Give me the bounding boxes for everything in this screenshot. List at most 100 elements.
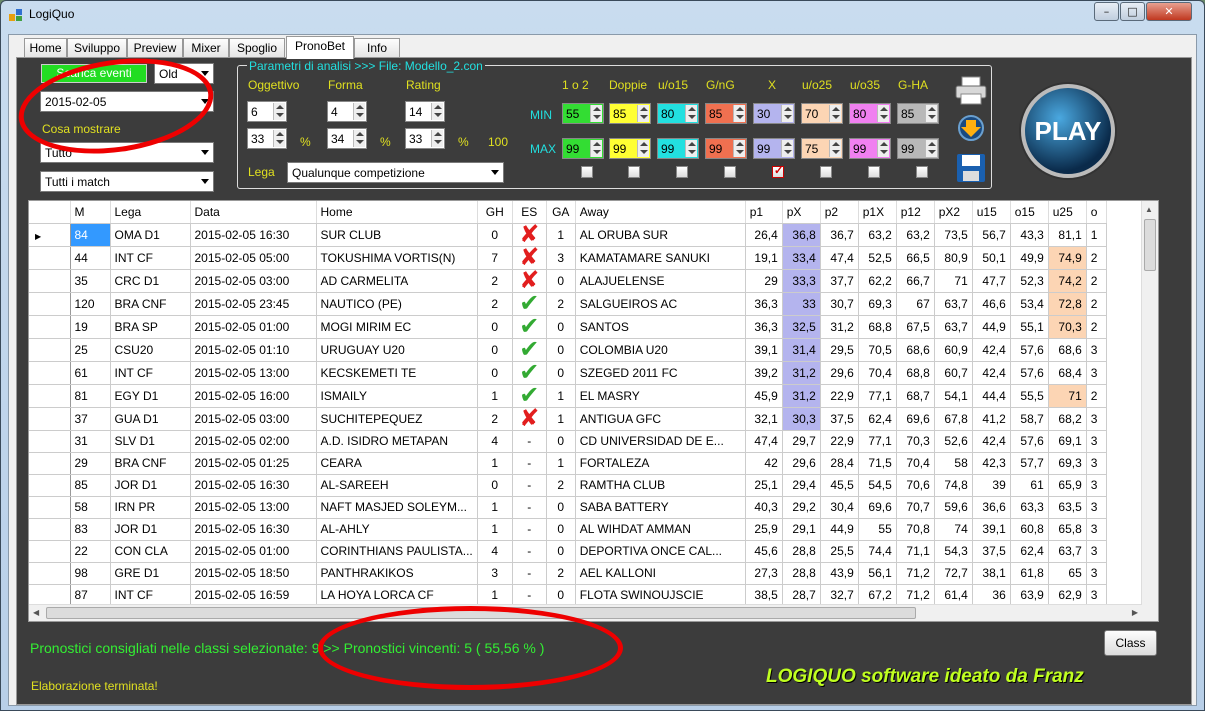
cell-u25[interactable]: 65,8 (1048, 518, 1087, 541)
cell-m[interactable]: 19 (70, 315, 111, 339)
column-header[interactable]: u15 (972, 201, 1011, 224)
cell-p1x[interactable]: 74,4 (858, 540, 897, 563)
cell-p1x[interactable]: 62,2 (858, 269, 897, 293)
cell-u25[interactable]: 69,1 (1048, 430, 1087, 453)
cell-lega[interactable]: GRE D1 (110, 562, 191, 585)
cell-p1[interactable]: 19,1 (745, 246, 783, 270)
cell-home[interactable]: NAFT MASJED SOLEYM... (316, 496, 478, 519)
cell-away[interactable]: ANTIGUA GFC (575, 407, 746, 431)
cell-data[interactable]: 2015-02-05 16:00 (190, 384, 317, 408)
cell-p2[interactable]: 22,9 (820, 384, 859, 408)
cell-ga[interactable]: 0 (546, 315, 576, 339)
vertical-scrollbar[interactable]: ▲ (1141, 201, 1158, 621)
cell-gh[interactable]: 1 (477, 584, 513, 607)
cell-ga[interactable]: 0 (546, 518, 576, 541)
column-header[interactable]: Home (316, 201, 478, 224)
cell-p1x[interactable]: 63,2 (858, 223, 897, 247)
cell-px2[interactable]: 54,3 (934, 540, 973, 563)
cell-p12[interactable]: 70,8 (896, 518, 935, 541)
cell-ga[interactable]: 0 (546, 584, 576, 607)
cell-away[interactable]: CD UNIVERSIDAD DE E... (575, 430, 746, 453)
spin-arrows-icon[interactable] (273, 130, 285, 147)
cell-p1x[interactable]: 52,5 (858, 246, 897, 270)
cell-p1[interactable]: 40,3 (745, 496, 783, 519)
cell-u25[interactable]: 65,9 (1048, 474, 1087, 497)
cell-p1[interactable]: 29 (745, 269, 783, 293)
table-row[interactable]: 120 BRA CNF 2015-02-05 23:45 NAUTICO (PE) 2 ✔… (29, 292, 1107, 316)
row-header-cell[interactable] (29, 384, 71, 408)
cell-u25[interactable]: 70,3 (1048, 315, 1087, 339)
cell-data[interactable]: 2015-02-05 03:00 (190, 407, 317, 431)
tab-spoglio[interactable]: Spoglio (229, 38, 285, 58)
cell-ga[interactable]: 0 (546, 269, 576, 293)
cell-u25[interactable]: 62,9 (1048, 584, 1087, 607)
cell-p2[interactable]: 37,7 (820, 269, 859, 293)
table-row[interactable]: 22 CON CLA 2015-02-05 01:00 CORINTHIANS PAU… (29, 540, 1107, 563)
horizontal-scrollbar[interactable]: ◀ ▶ (29, 604, 1142, 621)
cell-p2[interactable]: 25,5 (820, 540, 859, 563)
class-min-spinner[interactable]: 30 (753, 103, 795, 124)
cell-p1x[interactable]: 69,3 (858, 292, 897, 316)
spin-arrows-icon[interactable] (590, 140, 602, 157)
cell-u25[interactable]: 68,6 (1048, 338, 1087, 362)
class-min-spinner[interactable]: 85 (705, 103, 747, 124)
cell-px[interactable]: 33 (782, 292, 821, 316)
row-header-cell[interactable] (29, 584, 71, 607)
table-row[interactable]: 29 BRA CNF 2015-02-05 01:25 CEARA 1-1 FORTALE… (29, 452, 1107, 475)
cell-p1[interactable]: 47,4 (745, 430, 783, 453)
spin-arrows-icon[interactable] (781, 140, 793, 157)
cell-gh[interactable]: 1 (477, 518, 513, 541)
table-row[interactable]: 37 GUA D1 2015-02-05 03:00 SUCHITEPEQUEZ 2 ✘ 1… (29, 407, 1107, 431)
cell-m[interactable]: 31 (70, 430, 111, 453)
cell-ga[interactable]: 0 (546, 540, 576, 563)
cell-o[interactable]: 3 (1086, 496, 1107, 519)
cell-p12[interactable]: 67 (896, 292, 935, 316)
result-cell[interactable]: ✘ (512, 223, 547, 247)
row-header-cell[interactable] (29, 292, 71, 316)
column-header[interactable]: o15 (1010, 201, 1049, 224)
row-header-cell[interactable] (29, 540, 71, 563)
cell-away[interactable]: COLOMBIA U20 (575, 338, 746, 362)
cell-px[interactable]: 33,4 (782, 246, 821, 270)
cell-px[interactable]: 28,8 (782, 540, 821, 563)
cell-o15[interactable]: 58,7 (1010, 407, 1049, 431)
cell-data[interactable]: 2015-02-05 18:50 (190, 562, 317, 585)
cell-away[interactable]: SABA BATTERY (575, 496, 746, 519)
cell-data[interactable]: 2015-02-05 13:00 (190, 496, 317, 519)
save-icon[interactable] (955, 152, 987, 184)
cell-home[interactable]: PANTHRAKIKOS (316, 562, 478, 585)
cell-m[interactable]: 83 (70, 518, 111, 541)
cell-ga[interactable]: 2 (546, 562, 576, 585)
cell-px2[interactable]: 52,6 (934, 430, 973, 453)
cell-ga[interactable]: 1 (546, 223, 576, 247)
result-cell[interactable]: ✔ (512, 361, 547, 385)
cell-home[interactable]: AL-AHLY (316, 518, 478, 541)
cell-p12[interactable]: 68,7 (896, 384, 935, 408)
scroll-thumb[interactable] (1144, 219, 1156, 271)
cell-px2[interactable]: 60,9 (934, 338, 973, 362)
spin-arrows-icon[interactable] (273, 103, 285, 120)
result-cell[interactable]: - (512, 584, 547, 607)
cell-px2[interactable]: 74 (934, 518, 973, 541)
class-checkbox[interactable] (724, 166, 736, 178)
cell-lega[interactable]: CSU20 (110, 338, 191, 362)
cell-px[interactable]: 31,2 (782, 361, 821, 385)
cell-home[interactable]: AL-SAREEH (316, 474, 478, 497)
cell-p12[interactable]: 71,2 (896, 562, 935, 585)
cell-home[interactable]: CEARA (316, 452, 478, 475)
cell-o15[interactable]: 61,8 (1010, 562, 1049, 585)
cell-m[interactable]: 87 (70, 584, 111, 607)
row-header-cell[interactable] (29, 407, 71, 431)
maximize-button[interactable]: □ (1120, 2, 1145, 21)
column-header[interactable]: Away (575, 201, 746, 224)
cell-p2[interactable]: 31,2 (820, 315, 859, 339)
tab-pronobet[interactable]: PronoBet (286, 36, 354, 59)
cell-u25[interactable]: 81,1 (1048, 223, 1087, 247)
cell-p2[interactable]: 36,7 (820, 223, 859, 247)
cell-data[interactable]: 2015-02-05 05:00 (190, 246, 317, 270)
result-cell[interactable]: - (512, 540, 547, 563)
cell-p1[interactable]: 25,1 (745, 474, 783, 497)
cell-px[interactable]: 32,5 (782, 315, 821, 339)
column-header[interactable]: p12 (896, 201, 935, 224)
cell-p12[interactable]: 71,1 (896, 540, 935, 563)
